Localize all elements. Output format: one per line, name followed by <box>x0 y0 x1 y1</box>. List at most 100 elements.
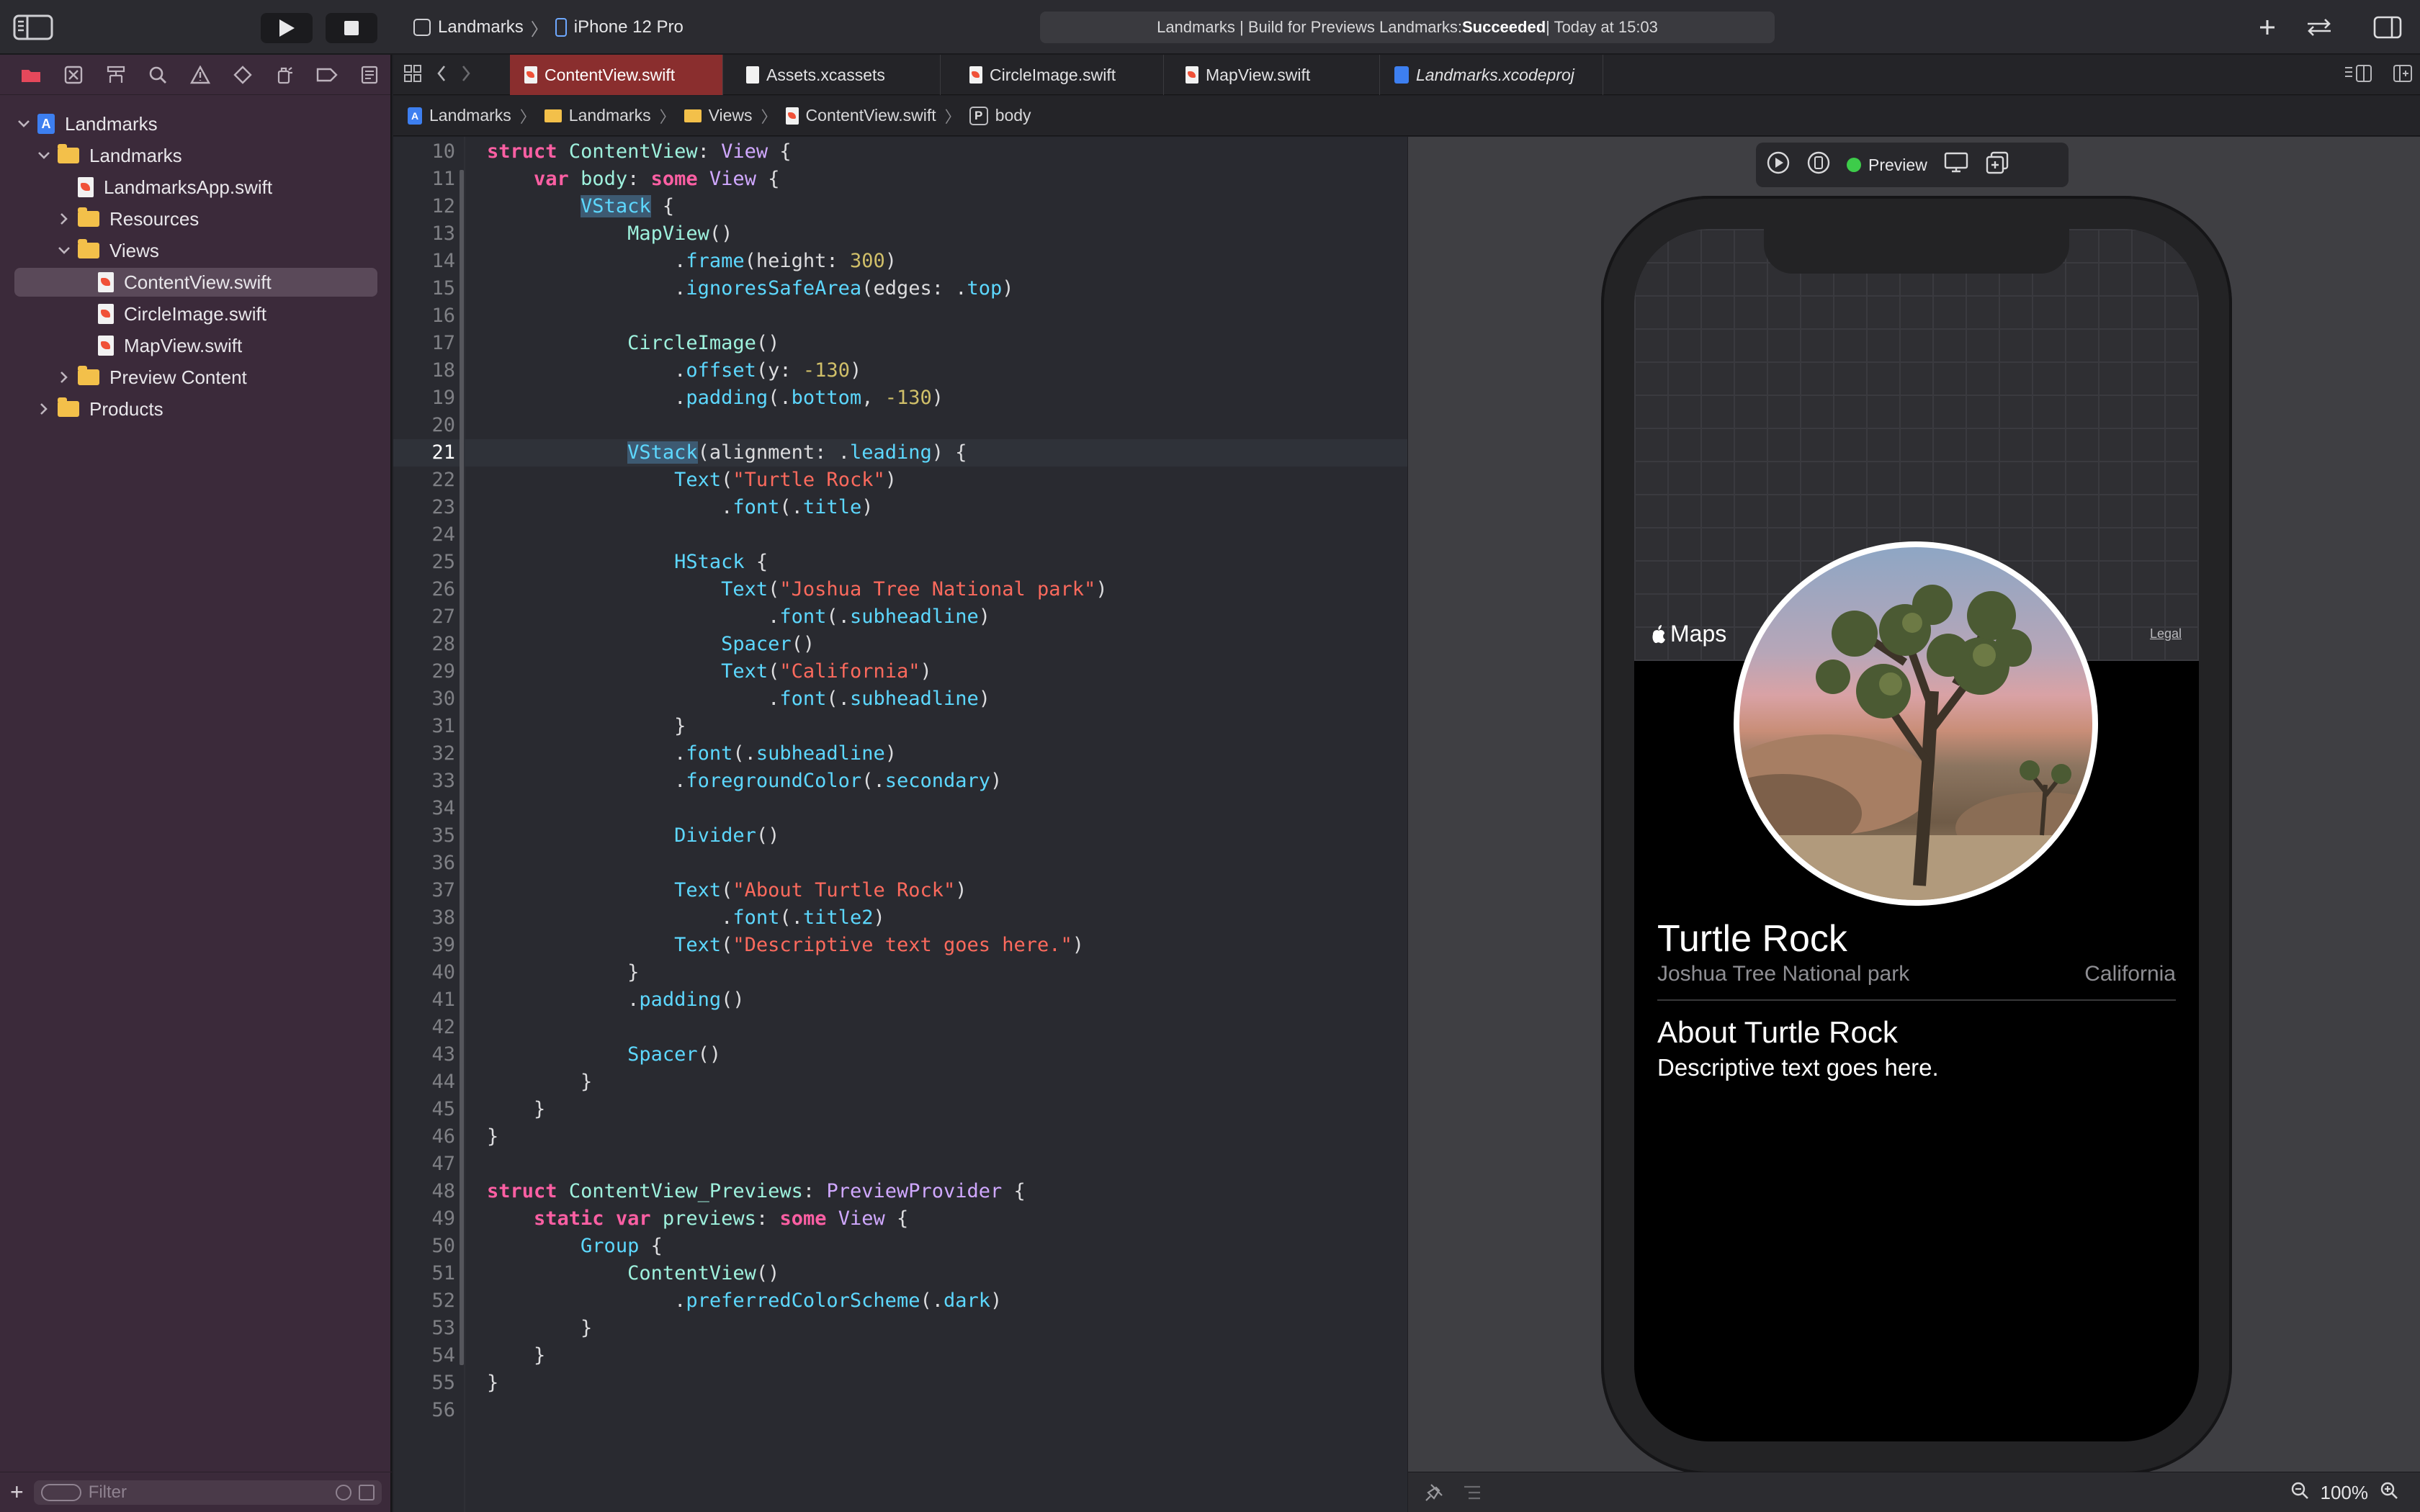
line-number[interactable]: 12 <box>393 193 455 220</box>
code-line[interactable]: 34 <box>393 795 1407 822</box>
recent-files-icon[interactable] <box>336 1484 351 1500</box>
grid-icon[interactable] <box>403 64 422 86</box>
line-number[interactable]: 15 <box>393 275 455 302</box>
stop-button[interactable] <box>326 13 377 43</box>
line-number[interactable]: 52 <box>393 1287 455 1315</box>
code-line[interactable]: 45 } <box>393 1096 1407 1123</box>
line-number[interactable]: 29 <box>393 658 455 685</box>
line-number[interactable]: 21 <box>393 439 455 467</box>
code-line[interactable]: 40 } <box>393 959 1407 986</box>
line-number[interactable]: 55 <box>393 1369 455 1397</box>
jumpbar-views[interactable]: Views <box>684 106 753 125</box>
tree-item-project[interactable]: A Landmarks <box>14 109 377 138</box>
inspector-toggle-button[interactable] <box>2370 13 2406 42</box>
line-number[interactable]: 20 <box>393 412 455 439</box>
code-review-button[interactable] <box>2302 13 2336 42</box>
code-line[interactable]: 47 <box>393 1151 1407 1178</box>
line-number[interactable]: 30 <box>393 685 455 713</box>
legal-link[interactable]: Legal <box>2150 626 2182 642</box>
line-number[interactable]: 26 <box>393 576 455 603</box>
line-number[interactable]: 40 <box>393 959 455 986</box>
list-icon[interactable] <box>1463 1484 1482 1505</box>
chevron-right-icon[interactable] <box>55 212 73 225</box>
tree-item-landmarks-folder[interactable]: Landmarks <box>14 141 377 170</box>
line-number[interactable]: 49 <box>393 1205 455 1233</box>
code-line[interactable]: 19 .padding(.bottom, -130) <box>393 384 1407 412</box>
tree-item-contentview[interactable]: ContentView.swift <box>14 268 377 297</box>
line-number[interactable]: 50 <box>393 1233 455 1260</box>
line-number[interactable]: 33 <box>393 768 455 795</box>
warning-icon[interactable] <box>179 55 222 95</box>
code-line[interactable]: 12 VStack { <box>393 193 1407 220</box>
line-number[interactable]: 28 <box>393 631 455 658</box>
code-line[interactable]: 53 } <box>393 1315 1407 1342</box>
tab-xcodeproj[interactable]: Landmarks.xcodeproj <box>1380 55 1603 95</box>
preview-status[interactable]: Preview <box>1847 156 1927 175</box>
line-number[interactable]: 45 <box>393 1096 455 1123</box>
line-number[interactable]: 53 <box>393 1315 455 1342</box>
code-line[interactable]: 33 .foregroundColor(.secondary) <box>393 768 1407 795</box>
tab-assets[interactable]: Assets.xcassets <box>732 55 941 95</box>
tree-item-products[interactable]: Products <box>14 395 377 423</box>
code-line[interactable]: 15 .ignoresSafeArea(edges: .top) <box>393 275 1407 302</box>
code-line[interactable]: 24 <box>393 521 1407 549</box>
tab-contentview[interactable]: ContentView.swift <box>510 55 723 95</box>
line-number[interactable]: 43 <box>393 1041 455 1068</box>
test-diamond-icon[interactable] <box>221 55 264 95</box>
code-line[interactable]: 49 static var previews: some View { <box>393 1205 1407 1233</box>
code-line[interactable]: 27 .font(.subheadline) <box>393 603 1407 631</box>
code-line[interactable]: 21 VStack(alignment: .leading) { <box>393 439 1407 467</box>
chevron-right-icon[interactable] <box>55 371 73 384</box>
code-line[interactable]: 17 CircleImage() <box>393 330 1407 357</box>
source-control-filter-icon[interactable] <box>359 1484 375 1500</box>
jumpbar-project[interactable]: A Landmarks <box>408 106 511 125</box>
chevron-right-icon[interactable] <box>35 402 53 415</box>
code-line[interactable]: 11 var body: some View { <box>393 166 1407 193</box>
code-line[interactable]: 56 <box>393 1397 1407 1424</box>
pin-icon[interactable] <box>1424 1482 1444 1506</box>
duplicate-preview-icon[interactable] <box>1985 151 2009 179</box>
code-line[interactable]: 32 .font(.subheadline) <box>393 740 1407 768</box>
line-number[interactable]: 35 <box>393 822 455 850</box>
source-control-icon[interactable] <box>53 55 95 95</box>
add-library-button[interactable] <box>2254 13 2280 42</box>
line-number[interactable]: 38 <box>393 904 455 932</box>
code-line[interactable]: 10 struct ContentView: View { <box>393 138 1407 166</box>
code-line[interactable]: 36 <box>393 850 1407 877</box>
line-number[interactable]: 24 <box>393 521 455 549</box>
line-number[interactable]: 25 <box>393 549 455 576</box>
tab-mapview[interactable]: MapView.swift <box>1171 55 1380 95</box>
code-line[interactable]: 30 .font(.subheadline) <box>393 685 1407 713</box>
forward-arrow-icon[interactable] <box>461 65 471 86</box>
breakpoint-tag-icon[interactable] <box>306 55 349 95</box>
code-line[interactable]: 22 Text("Turtle Rock") <box>393 467 1407 494</box>
fold-ribbon[interactable] <box>460 444 464 955</box>
back-arrow-icon[interactable] <box>436 65 447 86</box>
filter-options-icon[interactable] <box>40 1483 81 1501</box>
line-number[interactable]: 37 <box>393 877 455 904</box>
line-number[interactable]: 19 <box>393 384 455 412</box>
code-line[interactable]: 52 .preferredColorScheme(.dark) <box>393 1287 1407 1315</box>
line-number[interactable]: 39 <box>393 932 455 959</box>
code-line[interactable]: 39 Text("Descriptive text goes here.") <box>393 932 1407 959</box>
line-number[interactable]: 54 <box>393 1342 455 1369</box>
live-preview-icon[interactable] <box>1766 150 1791 179</box>
line-number[interactable]: 10 <box>393 138 455 166</box>
line-number[interactable]: 56 <box>393 1397 455 1424</box>
line-number[interactable]: 27 <box>393 603 455 631</box>
source-editor[interactable]: 10 struct ContentView: View {11 var body:… <box>393 137 1407 1512</box>
jumpbar-group[interactable]: Landmarks <box>544 106 651 125</box>
tree-item-preview-content[interactable]: Preview Content <box>14 363 377 392</box>
tree-item-resources[interactable]: Resources <box>14 204 377 233</box>
tree-item-views[interactable]: Views <box>14 236 377 265</box>
code-line[interactable]: 23 .font(.title) <box>393 494 1407 521</box>
debug-spray-icon[interactable] <box>264 55 306 95</box>
zoom-out-icon[interactable] <box>2290 1481 2309 1505</box>
code-line[interactable]: 41 .padding() <box>393 986 1407 1014</box>
tab-circleimage[interactable]: CircleImage.swift <box>955 55 1164 95</box>
tree-item-circleimage[interactable]: CircleImage.swift <box>14 300 377 328</box>
code-line[interactable]: 31 } <box>393 713 1407 740</box>
line-number[interactable]: 47 <box>393 1151 455 1178</box>
device-settings-icon[interactable] <box>1943 152 1969 178</box>
line-number[interactable]: 44 <box>393 1068 455 1096</box>
